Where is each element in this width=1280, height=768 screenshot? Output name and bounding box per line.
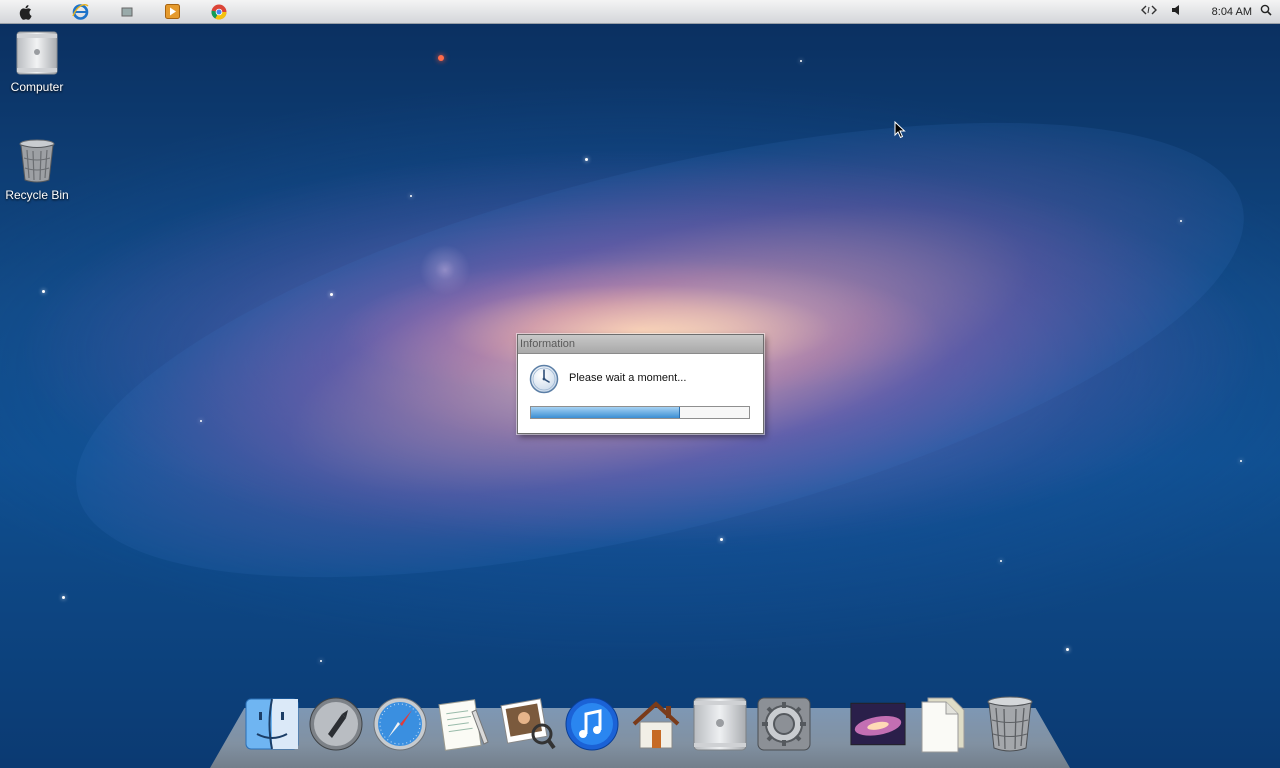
photos-icon[interactable] — [500, 694, 556, 754]
star — [42, 290, 45, 293]
finder-icon[interactable] — [244, 694, 300, 754]
mouse-cursor — [894, 120, 906, 143]
menu-bar-status: 8:04 AM — [1140, 0, 1280, 23]
progress-fill — [531, 407, 681, 418]
internet-explorer-icon[interactable] — [72, 3, 89, 20]
mac-pro-icon[interactable] — [692, 694, 748, 754]
window-icon[interactable] — [118, 3, 135, 20]
menu-bar: 8:04 AM — [0, 0, 1280, 24]
network-icon[interactable] — [1140, 4, 1157, 19]
trash-icon[interactable] — [982, 694, 1038, 754]
star — [330, 293, 333, 296]
safari-icon[interactable] — [372, 694, 428, 754]
star — [320, 660, 322, 662]
home-icon[interactable] — [628, 694, 684, 754]
information-dialog: Information Please wait a moment... — [517, 334, 764, 434]
dialog-body: Please wait a moment... — [518, 354, 763, 433]
launchpad-icon[interactable] — [308, 694, 364, 754]
star — [1000, 560, 1002, 562]
search-icon[interactable] — [1260, 4, 1272, 19]
desktop-icon-recycle-bin[interactable]: Recycle Bin — [0, 138, 74, 202]
star — [62, 596, 65, 599]
computer-icon — [14, 30, 60, 76]
desktop-icon-computer[interactable]: Computer — [0, 30, 74, 94]
star — [800, 60, 802, 62]
star — [1066, 648, 1069, 651]
media-player-icon[interactable] — [164, 3, 181, 20]
textedit-icon[interactable] — [436, 694, 492, 754]
star — [720, 538, 723, 541]
itunes-icon[interactable] — [564, 694, 620, 754]
star — [1240, 460, 1242, 462]
recycle-bin-icon — [17, 138, 57, 184]
dialog-title[interactable]: Information — [518, 335, 763, 354]
desktop-icon-label: Recycle Bin — [5, 188, 69, 202]
star — [438, 55, 444, 61]
star — [200, 420, 202, 422]
wallpaper-icon[interactable] — [850, 694, 906, 754]
system-preferences-icon[interactable] — [756, 694, 812, 754]
volume-icon[interactable] — [1171, 4, 1182, 19]
clock-icon — [529, 364, 559, 398]
star — [1180, 220, 1182, 222]
chrome-icon[interactable] — [210, 3, 227, 20]
desktop-icon-label: Computer — [10, 80, 64, 94]
dialog-message: Please wait a moment... — [569, 372, 687, 384]
documents-icon[interactable] — [916, 694, 972, 754]
progress-bar — [530, 406, 750, 419]
clock[interactable]: 8:04 AM — [1212, 6, 1252, 18]
apple-icon[interactable] — [18, 3, 35, 20]
star — [410, 195, 412, 197]
star — [585, 158, 588, 161]
